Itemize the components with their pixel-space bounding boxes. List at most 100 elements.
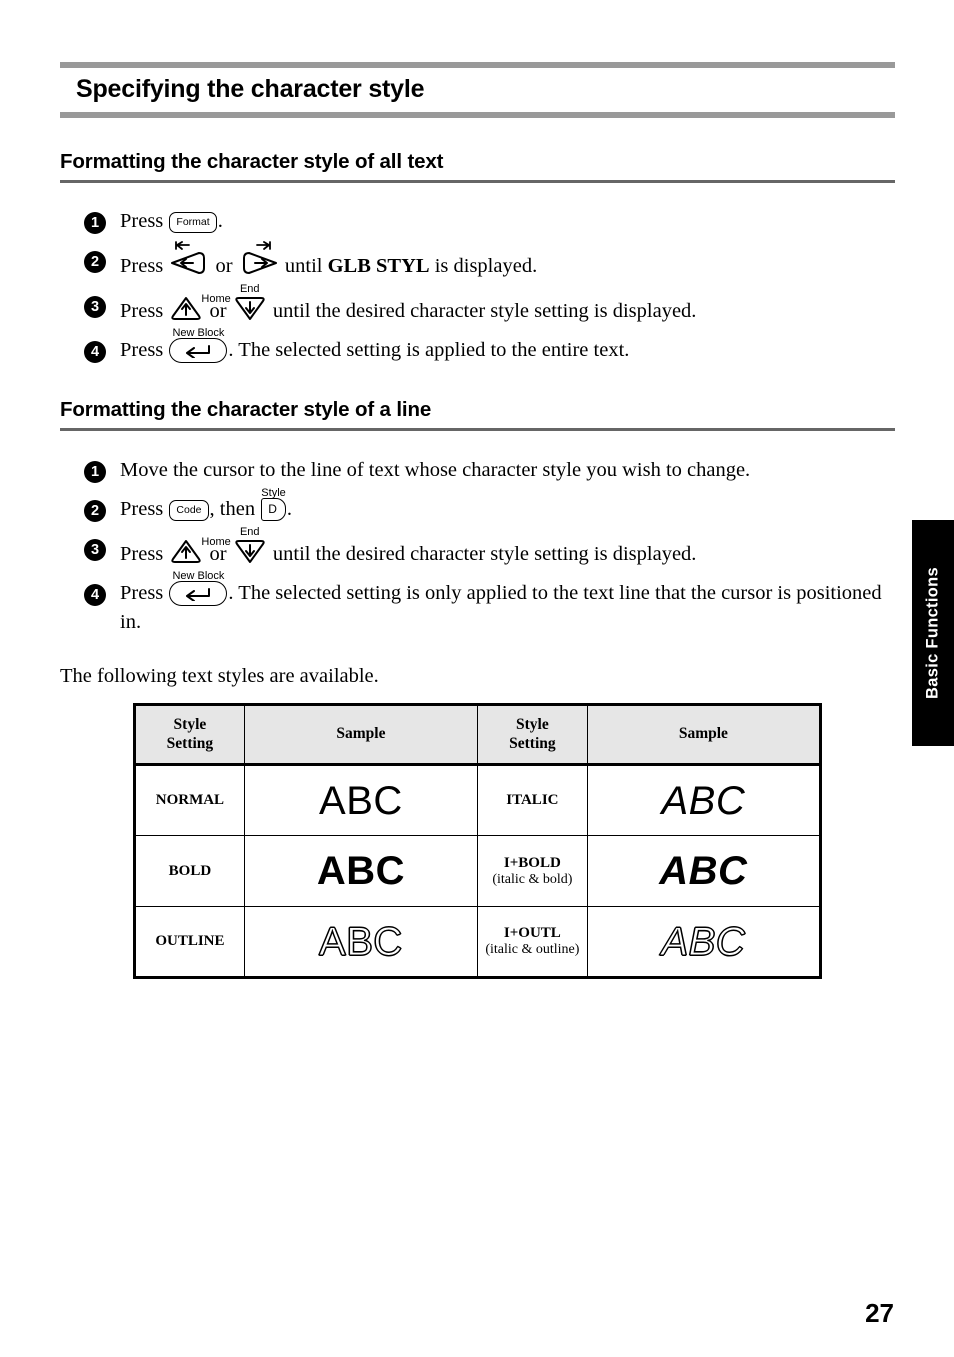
return-arrow-icon: New Block — [169, 570, 228, 606]
key-arrow-up-icon: Home — [169, 534, 231, 569]
step-text: Press or until GLB STYL is displayed. — [120, 241, 537, 281]
style-setting-name: I+BOLD — [503, 854, 561, 871]
style-setting-cell: NORMAL — [134, 764, 245, 837]
step-number-badge: 4 — [84, 584, 106, 607]
style-setting-cell: BOLD — [134, 835, 245, 908]
style-setting-cell: I+BOLD (italic & bold) — [477, 835, 588, 908]
style-sample-text: ABC — [318, 919, 403, 964]
style-setting-name: NORMAL — [155, 792, 225, 809]
key-cap-label: End — [239, 283, 260, 296]
style-setting-description: (italic & bold) — [492, 871, 573, 887]
key-code-icon: Code — [169, 495, 209, 524]
header-style-setting-left: Style Setting — [134, 703, 245, 767]
style-sample-text: ABC — [319, 778, 403, 823]
key-d-icon: D Style — [261, 488, 286, 524]
section-heading-all-text-label: Formatting the character style of all te… — [60, 150, 444, 173]
style-sample-cell: ABC — [586, 906, 822, 979]
side-tab-label: Basic Functions — [923, 567, 942, 699]
chapter-title-block: Specifying the character style — [60, 62, 895, 118]
style-setting-cell: OUTLINE — [134, 906, 245, 979]
key-arrow-down-icon-glyph: End — [233, 527, 267, 569]
step-text: Move the cursor to the line of text whos… — [120, 459, 751, 481]
emphasised-term: GLB STYL — [327, 255, 430, 278]
section-heading-line: Formatting the character style of a line — [60, 398, 895, 431]
step-number-badge: 3 — [84, 296, 106, 319]
step-text: Press New Block. The selected setting is… — [120, 327, 629, 365]
table-row: NORMAL ABC ITALIC ABC — [134, 764, 822, 837]
style-setting-name: OUTLINE — [155, 933, 225, 950]
style-sample-cell: ABC — [243, 764, 479, 837]
style-setting-name: ITALIC — [506, 792, 559, 809]
header-sample-left: Sample — [243, 703, 479, 767]
style-setting-description: (italic & outline) — [485, 942, 580, 958]
key-arrow-left-icon — [169, 241, 209, 281]
key-cap-label: Style — [261, 487, 286, 500]
header-sample-right: Sample — [586, 703, 822, 767]
step-number-badge: 3 — [84, 539, 106, 562]
style-setting-name: I+OUTL — [503, 925, 561, 942]
style-settings-table: Style Setting Sample Style Setting Sampl… — [133, 703, 822, 980]
style-sample-text: ABC — [661, 778, 746, 823]
key-arrow-up-icon-glyph: Home — [169, 291, 231, 326]
style-setting-name: BOLD — [168, 862, 212, 879]
key-arrow-right-icon — [239, 241, 279, 281]
step-item: 2 Press Code, then D Style. — [84, 488, 894, 524]
step-text: Press Code, then D Style. — [120, 488, 292, 524]
step-item: 2 Press or until GLB STYL is displayed. — [84, 241, 894, 281]
step-text: Press Home or End until the desired char… — [120, 284, 696, 326]
section-rule — [60, 428, 895, 431]
section-heading-line-label: Formatting the character style of a line — [60, 398, 432, 421]
step-number-badge: 2 — [84, 500, 106, 523]
step-item: 3 Press Home or End until the desired cha… — [84, 284, 894, 326]
key-label: Code — [169, 500, 209, 521]
tab-left-icon — [173, 236, 191, 250]
key-new-block-icon: New Block — [169, 327, 228, 365]
key-label: Format — [169, 212, 217, 233]
section-heading-all-text: Formatting the character style of all te… — [60, 150, 895, 183]
step-item: 4 Press New Block. The selected setting i… — [84, 327, 894, 365]
key-cap-label: Home — [201, 292, 231, 305]
step-item: 1 Press Format. — [84, 206, 894, 236]
style-sample-cell: ABC — [243, 835, 479, 908]
header-style-setting-right: Style Setting — [477, 703, 588, 767]
step-item: 3 Press Home or End until the desired cha… — [84, 527, 894, 569]
style-sample-cell: ABC — [243, 906, 479, 979]
style-sample-text: ABC — [659, 849, 748, 894]
step-number-badge: 4 — [84, 341, 106, 364]
key-arrow-down-icon: End — [233, 527, 267, 569]
key-format-icon: Format — [169, 207, 217, 236]
key-arrow-up-icon: Home — [169, 291, 231, 326]
return-arrow-icon: New Block — [169, 327, 228, 363]
step-text: Press Home or End until the desired char… — [120, 527, 696, 569]
title-rule-bottom — [60, 111, 895, 118]
table-body: NORMAL ABC ITALIC ABC BOLD ABC I+BOLD (italic &… — [134, 764, 822, 979]
key-arrow-down-icon: End — [233, 284, 267, 326]
table-row: BOLD ABC I+BOLD (italic & bold) ABC — [134, 835, 822, 908]
key-arrow-up-icon-glyph: Home — [169, 534, 231, 569]
key-arrow-left-icon-glyph — [169, 241, 209, 281]
key-label: D Style — [261, 488, 286, 521]
key-new-block-icon: New Block — [169, 570, 228, 608]
style-setting-cell: I+OUTL (italic & outline) — [477, 906, 588, 979]
key-arrow-right-icon-glyph — [239, 241, 279, 281]
page-title: Specifying the character style — [76, 75, 425, 103]
style-sample-text: ABC — [661, 919, 746, 964]
page-number: 27 — [865, 1298, 894, 1328]
side-tab-basic-functions: Basic Functions — [912, 520, 954, 746]
table-row: OUTLINE ABC I+OUTL (italic & outline) ABC — [134, 906, 822, 979]
key-cap-label: New Block — [172, 326, 225, 339]
tab-right-icon — [255, 236, 273, 250]
step-number-badge: 2 — [84, 251, 106, 274]
step-list-line: 1 Move the cursor to the line of text who… — [84, 455, 894, 647]
step-text: Press Format. — [120, 206, 223, 236]
step-item: 1 Move the cursor to the line of text who… — [84, 455, 894, 485]
key-cap-label: Home — [201, 535, 231, 548]
step-item: 4 Press New Block. The selected setting i… — [84, 569, 894, 637]
key-cap-label: New Block — [172, 569, 225, 582]
step-number-badge: 1 — [84, 461, 106, 483]
step-text: Press New Block. The selected setting is… — [120, 569, 882, 634]
style-sample-text: ABC — [316, 849, 405, 894]
table-header-row: Style Setting Sample Style Setting Sampl… — [134, 703, 822, 767]
key-cap-label: End — [239, 526, 260, 539]
style-sample-cell: ABC — [586, 835, 822, 908]
